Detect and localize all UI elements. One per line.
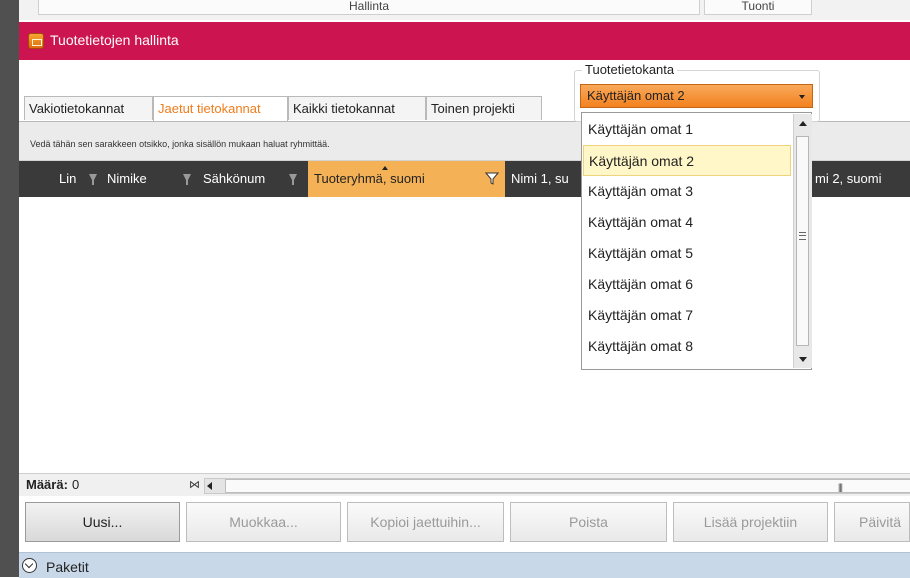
app-icon <box>28 33 44 49</box>
scroll-left-arrow-icon[interactable] <box>207 482 212 490</box>
dropdown-option-7[interactable]: Käyttäjän omat 7 <box>583 300 791 331</box>
chevron-down-icon[interactable] <box>22 558 37 573</box>
dropdown-option-1[interactable]: Käyttäjän omat 1 <box>583 114 791 145</box>
horizontal-scroll-thumb[interactable]: ||| <box>225 479 910 493</box>
title-bar: Tuotetietojen hallinta <box>19 22 910 60</box>
window-title: Tuotetietojen hallinta <box>50 32 179 48</box>
filter-icon[interactable] <box>289 174 297 185</box>
refresh-button[interactable]: Päivitä <box>834 502 910 542</box>
tab-kaikki-tietokannat[interactable]: Kaikki tietokannat <box>288 96 426 120</box>
add-to-project-button[interactable]: Lisää projektiin <box>673 502 828 542</box>
dropdown-option-4[interactable]: Käyttäjän omat 4 <box>583 207 791 238</box>
column-header-tuoteryhma-label: Tuoteryhmä, suomi <box>314 171 425 186</box>
scroll-down-arrow-icon[interactable] <box>799 357 807 362</box>
column-header-nimi-1[interactable]: Nimi 1, su <box>511 161 569 197</box>
new-button[interactable]: Uusi... <box>25 502 180 542</box>
copy-to-shared-button[interactable]: Kopioi jaettuihin... <box>347 502 504 542</box>
vertical-scroll-thumb[interactable] <box>796 136 809 346</box>
pin-icon[interactable]: ⋈ <box>189 478 200 491</box>
tab-toinen-projekti[interactable]: Toinen projekti <box>426 96 542 120</box>
database-combobox[interactable]: Käyttäjän omat 2 <box>580 84 813 108</box>
scroll-grip-icon: ||| <box>838 482 843 492</box>
count-value: 0 <box>72 477 80 492</box>
database-dropdown-list[interactable]: Käyttäjän omat 1 Käyttäjän omat 2 Käyttä… <box>581 112 812 370</box>
column-header-lin[interactable]: Lin <box>59 161 76 197</box>
scroll-grip-icon <box>799 232 806 240</box>
scroll-up-arrow-icon[interactable] <box>799 121 807 126</box>
dropdown-option-2[interactable]: Käyttäjän omat 2 <box>583 145 791 176</box>
tab-vakiotietokannat[interactable]: Vakiotietokannat <box>24 96 153 120</box>
tab-jaetut-tietokannat[interactable]: Jaetut tietokannat <box>153 96 288 122</box>
database-label: Tuotetietokanta <box>582 62 678 77</box>
background-label-tuonti: Tuonti <box>704 0 812 15</box>
column-header-nimike[interactable]: Nimike <box>107 161 147 197</box>
group-hint-text: Vedä tähän sen sarakkeen otsikko, jonka … <box>30 139 330 149</box>
filter-icon[interactable] <box>89 174 97 185</box>
edit-button[interactable]: Muokkaa... <box>186 502 341 542</box>
dropdown-option-6[interactable]: Käyttäjän omat 6 <box>583 269 791 300</box>
filter-icon[interactable] <box>183 174 191 185</box>
database-selected-value: Käyttäjän omat 2 <box>587 88 685 103</box>
vertical-scrollbar[interactable] <box>793 114 812 368</box>
delete-button[interactable]: Poista <box>510 502 667 542</box>
count-label: Määrä: <box>26 477 68 492</box>
dropdown-option-8[interactable]: Käyttäjän omat 8 <box>583 331 791 362</box>
left-window-border <box>0 0 19 577</box>
background-label-hallinta: Hallinta <box>38 0 700 15</box>
packages-expander[interactable]: Paketit <box>19 552 910 578</box>
column-header-sahkonum[interactable]: Sähkönum <box>203 161 265 197</box>
horizontal-scrollbar[interactable]: ||| <box>204 478 910 494</box>
chevron-down-icon[interactable] <box>799 95 805 99</box>
dropdown-option-3[interactable]: Käyttäjän omat 3 <box>583 176 791 207</box>
column-header-tuoteryhma[interactable]: Tuoteryhmä, suomi <box>308 161 505 197</box>
grid-footer: Määrä: 0 ⋈ ||| <box>19 473 910 496</box>
filter-icon[interactable] <box>485 172 499 185</box>
column-header-nimi-2[interactable]: mi 2, suomi <box>815 161 881 197</box>
packages-label: Paketit <box>46 559 89 575</box>
sort-ascending-icon <box>382 166 388 170</box>
dropdown-option-5[interactable]: Käyttäjän omat 5 <box>583 238 791 269</box>
